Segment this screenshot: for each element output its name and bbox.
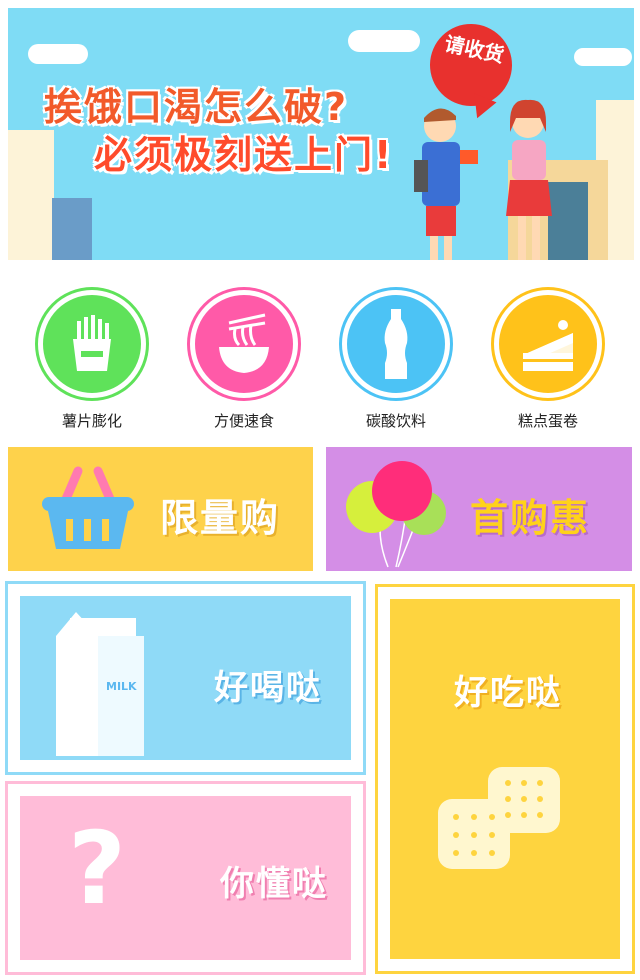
delivery-man-illustration bbox=[414, 108, 478, 260]
biscuit-icon bbox=[438, 767, 560, 869]
category-label: 方便速食 bbox=[213, 412, 274, 430]
building-decoration bbox=[52, 198, 92, 260]
hero-banner[interactable]: 请收货 挨饿口渴怎么破? 必须极刻送上门! bbox=[8, 8, 634, 260]
bubble-text: 请收货 bbox=[442, 31, 507, 68]
milk-carton-icon: MILK bbox=[56, 612, 144, 756]
banner-headline-2: 必须极刻送上门! bbox=[93, 132, 394, 178]
category-label: 碳酸饮料 bbox=[365, 412, 426, 430]
soda-bottle-icon bbox=[342, 290, 450, 398]
mystery-card-bg: ? 你懂哒 bbox=[20, 796, 351, 960]
first-buy-promo[interactable]: 首购惠 bbox=[326, 447, 632, 571]
category-nav: 薯片膨化 方便速食 碳酸饮料 糕点蛋卷 bbox=[0, 290, 640, 430]
category-chips[interactable]: 薯片膨化 bbox=[32, 290, 152, 431]
question-mark-icon: ? bbox=[68, 810, 127, 927]
drinks-card[interactable]: MILK 好喝哒 bbox=[8, 584, 363, 772]
snacks-card-bg: 好吃哒 bbox=[390, 599, 620, 959]
basket-icon bbox=[42, 466, 134, 549]
mystery-card[interactable]: ? 你懂哒 bbox=[8, 784, 363, 972]
drinks-card-bg: MILK 好喝哒 bbox=[20, 596, 351, 760]
cloud-decoration bbox=[348, 30, 420, 52]
category-label: 薯片膨化 bbox=[61, 412, 122, 430]
snacks-card[interactable]: 好吃哒 bbox=[378, 587, 632, 971]
promo-title: 限量购 bbox=[160, 496, 281, 540]
category-cake[interactable]: 糕点蛋卷 bbox=[488, 290, 608, 431]
category-soda[interactable]: 碳酸饮料 bbox=[336, 290, 456, 431]
noodles-icon bbox=[190, 290, 298, 398]
customer-girl-illustration bbox=[506, 99, 552, 260]
limited-purchase-promo[interactable]: 限量购 bbox=[8, 447, 313, 571]
milk-text: MILK bbox=[106, 680, 137, 693]
balloons-icon bbox=[346, 461, 446, 568]
fries-icon bbox=[38, 290, 146, 398]
category-instant-food[interactable]: 方便速食 bbox=[184, 290, 304, 431]
promo-title: 首购惠 bbox=[470, 496, 591, 540]
category-label: 糕点蛋卷 bbox=[517, 412, 578, 430]
card-title: 好喝哒 bbox=[214, 668, 322, 708]
cake-icon bbox=[494, 290, 602, 398]
cloud-decoration bbox=[574, 48, 632, 66]
card-title: 你懂哒 bbox=[220, 864, 328, 904]
banner-headline-1: 挨饿口渴怎么破? bbox=[43, 84, 349, 130]
cloud-decoration bbox=[28, 44, 88, 64]
card-title: 好吃哒 bbox=[454, 673, 562, 713]
building-decoration bbox=[8, 130, 54, 260]
